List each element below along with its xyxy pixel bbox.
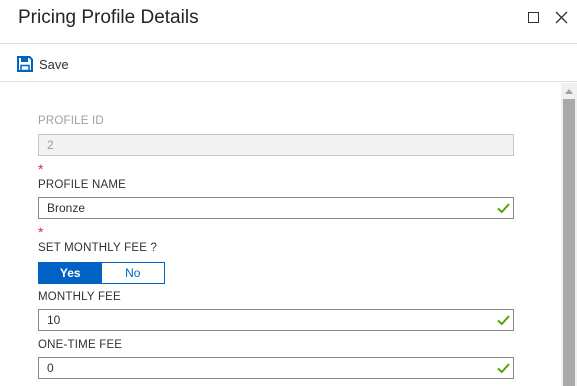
profile-id-value: 2 (47, 138, 54, 152)
scroll-up-button[interactable] (561, 85, 577, 97)
toggle-no-option[interactable]: No (101, 263, 164, 283)
monthly-fee-label: MONTHLY FEE (38, 291, 121, 303)
save-icon (17, 56, 33, 72)
profile-id-field: 2 (38, 134, 514, 156)
panel-header: Pricing Profile Details (0, 0, 577, 44)
monthly-fee-toggle: Yes No (38, 262, 165, 284)
close-button[interactable] (553, 9, 569, 25)
profile-name-label: PROFILE NAME (38, 179, 127, 191)
one-time-fee-input[interactable]: 0 (38, 357, 514, 379)
save-button[interactable]: Save (17, 54, 69, 74)
one-time-fee-value: 0 (47, 361, 54, 375)
command-bar: Save (0, 45, 577, 82)
checkmark-icon (497, 363, 510, 374)
save-label: Save (39, 56, 69, 72)
arrow-up-icon (565, 88, 573, 94)
checkmark-icon (497, 203, 510, 214)
form-content: PROFILE ID 2 * PROFILE NAME Bronze * SET… (0, 83, 561, 386)
maximize-icon (527, 11, 539, 23)
checkmark-icon (497, 315, 510, 326)
one-time-fee-label: ONE-TIME FEE (38, 339, 123, 351)
required-marker: * (38, 161, 44, 177)
monthly-fee-input[interactable]: 10 (38, 309, 514, 331)
vertical-scrollbar[interactable] (561, 83, 577, 386)
monthly-fee-value: 10 (47, 313, 61, 327)
toggle-yes-option[interactable]: Yes (39, 263, 102, 283)
set-monthly-fee-label: SET MONTHLY FEE ? (38, 242, 158, 254)
scrollbar-thumb[interactable] (563, 99, 575, 386)
profile-name-value: Bronze (47, 201, 86, 215)
close-icon (555, 11, 567, 23)
profile-id-label: PROFILE ID (38, 115, 104, 127)
required-marker: * (38, 224, 44, 240)
maximize-button[interactable] (525, 9, 541, 25)
profile-name-input[interactable]: Bronze (38, 197, 514, 219)
panel-title: Pricing Profile Details (18, 7, 199, 28)
